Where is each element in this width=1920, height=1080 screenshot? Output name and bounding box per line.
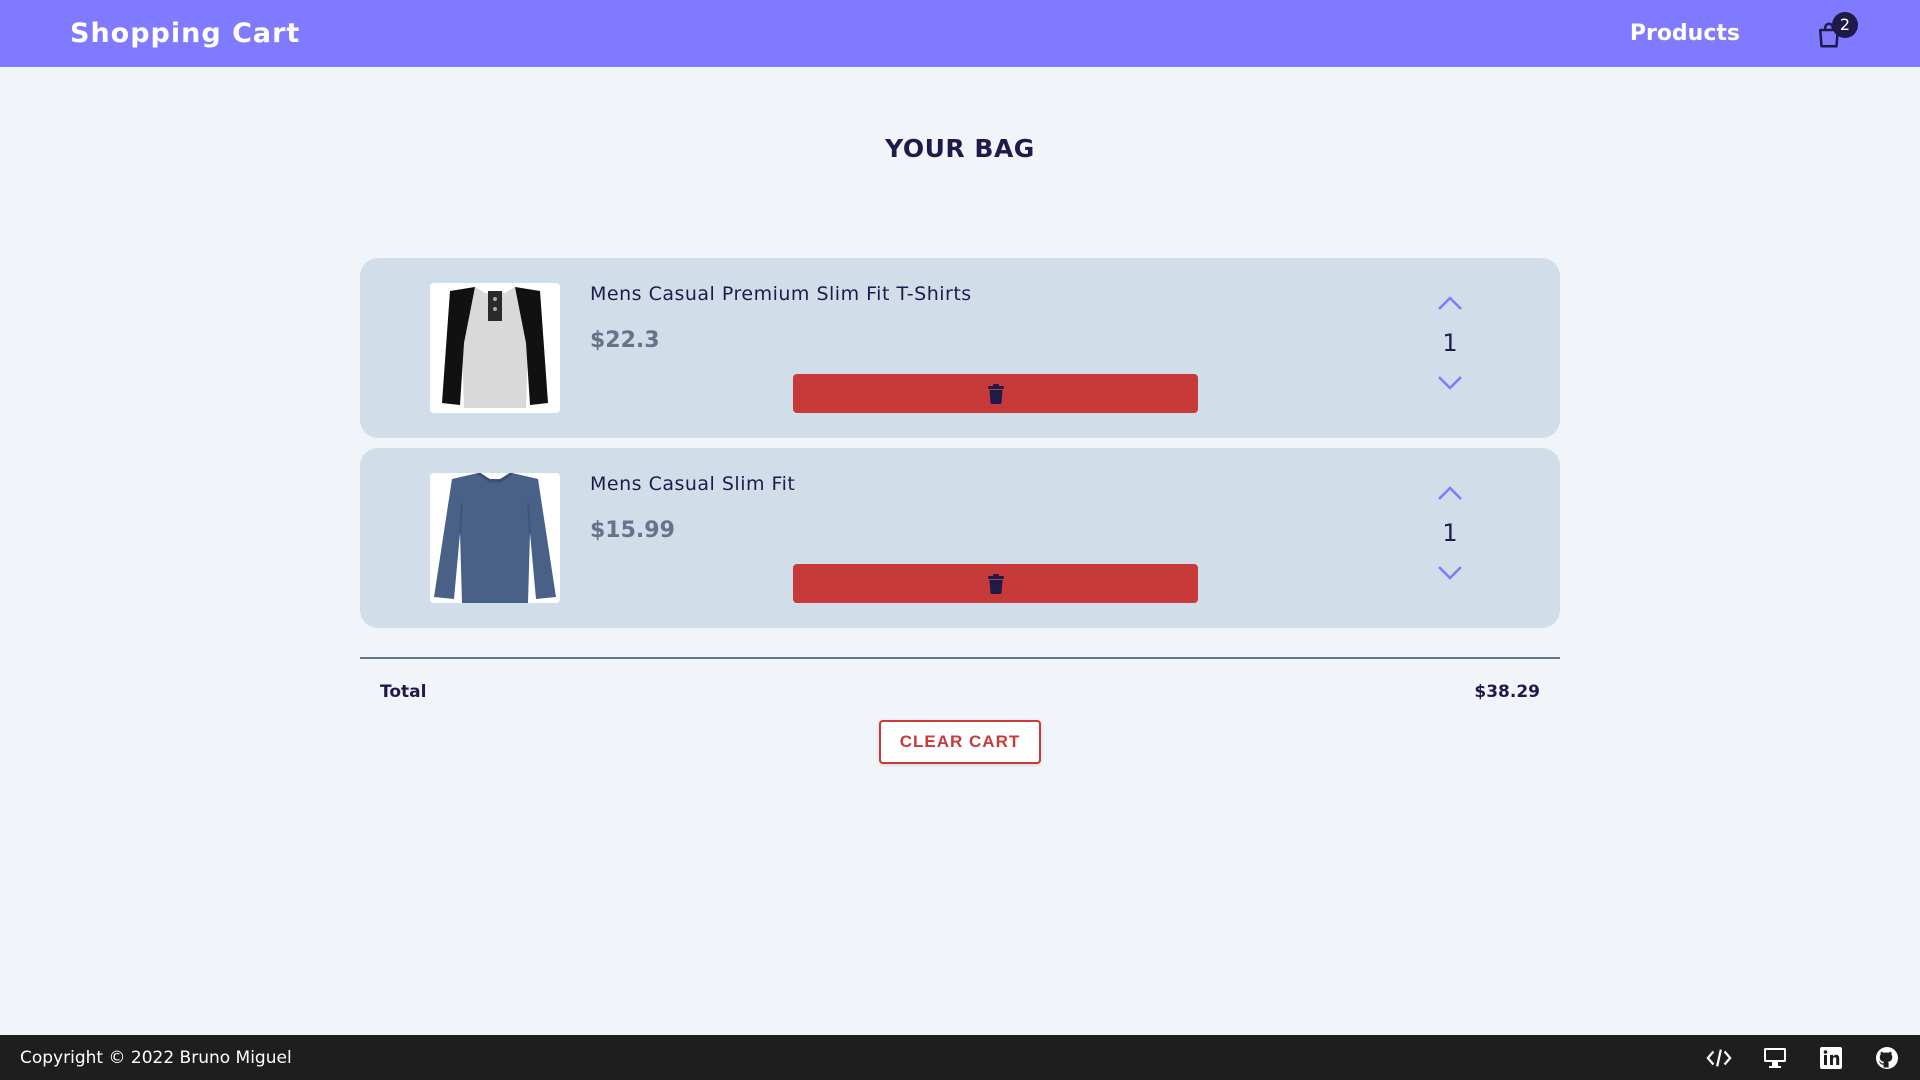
remove-item-button[interactable] (793, 564, 1198, 603)
nav-products-link[interactable]: Products (1630, 21, 1740, 46)
item-price: $22.3 (590, 328, 660, 353)
clear-cart-button[interactable]: CLEAR CART (879, 720, 1041, 764)
trash-icon (987, 573, 1004, 594)
cart-list: Mens Casual Premium Slim Fit T-Shirts $2… (360, 258, 1560, 638)
cart-item: Mens Casual Premium Slim Fit T-Shirts $2… (360, 258, 1560, 438)
chevron-down-icon (1438, 376, 1462, 390)
chevron-up-icon (1438, 486, 1462, 500)
footer: Copyright © 2022 Bruno Miguel (0, 1035, 1920, 1080)
chevron-down-icon (1438, 566, 1462, 580)
product-image (430, 283, 560, 413)
item-title: Mens Casual Slim Fit (590, 473, 796, 495)
decrease-quantity-button[interactable] (1430, 558, 1470, 588)
item-price: $15.99 (590, 518, 675, 543)
total-divider (360, 657, 1560, 659)
longsleeve-shirt-image (430, 473, 560, 603)
linkedin-icon[interactable] (1818, 1045, 1844, 1071)
trash-icon (987, 383, 1004, 404)
quantity-value: 1 (1442, 519, 1458, 547)
cart-count-badge: 2 (1832, 11, 1858, 38)
chevron-up-icon (1438, 296, 1462, 310)
quantity-stepper: 1 (1420, 288, 1480, 418)
item-title: Mens Casual Premium Slim Fit T-Shirts (590, 283, 972, 305)
nav-right: Products 2 (1630, 11, 1858, 54)
quantity-value: 1 (1442, 329, 1458, 357)
raglan-tshirt-image (430, 283, 560, 413)
footer-links (1706, 1045, 1900, 1071)
quantity-stepper: 1 (1420, 478, 1480, 608)
total-value: $38.29 (1474, 682, 1540, 702)
copyright-text: Copyright © 2022 Bruno Miguel (20, 1047, 292, 1068)
brand-title[interactable]: Shopping Cart (70, 18, 300, 49)
total-row: Total $38.29 (360, 682, 1560, 702)
github-icon[interactable] (1874, 1045, 1900, 1071)
decrease-quantity-button[interactable] (1430, 368, 1470, 398)
remove-item-button[interactable] (793, 374, 1198, 413)
desktop-icon[interactable] (1762, 1045, 1788, 1071)
cart-button[interactable]: 2 (1810, 11, 1858, 54)
page-title: YOUR BAG (885, 134, 1035, 163)
code-icon[interactable] (1706, 1045, 1732, 1071)
cart-item: Mens Casual Slim Fit $15.99 1 (360, 448, 1560, 628)
increase-quantity-button[interactable] (1430, 288, 1470, 318)
product-image (430, 473, 560, 603)
increase-quantity-button[interactable] (1430, 478, 1470, 508)
top-navbar: Shopping Cart Products 2 (0, 0, 1920, 67)
total-label: Total (380, 682, 427, 702)
